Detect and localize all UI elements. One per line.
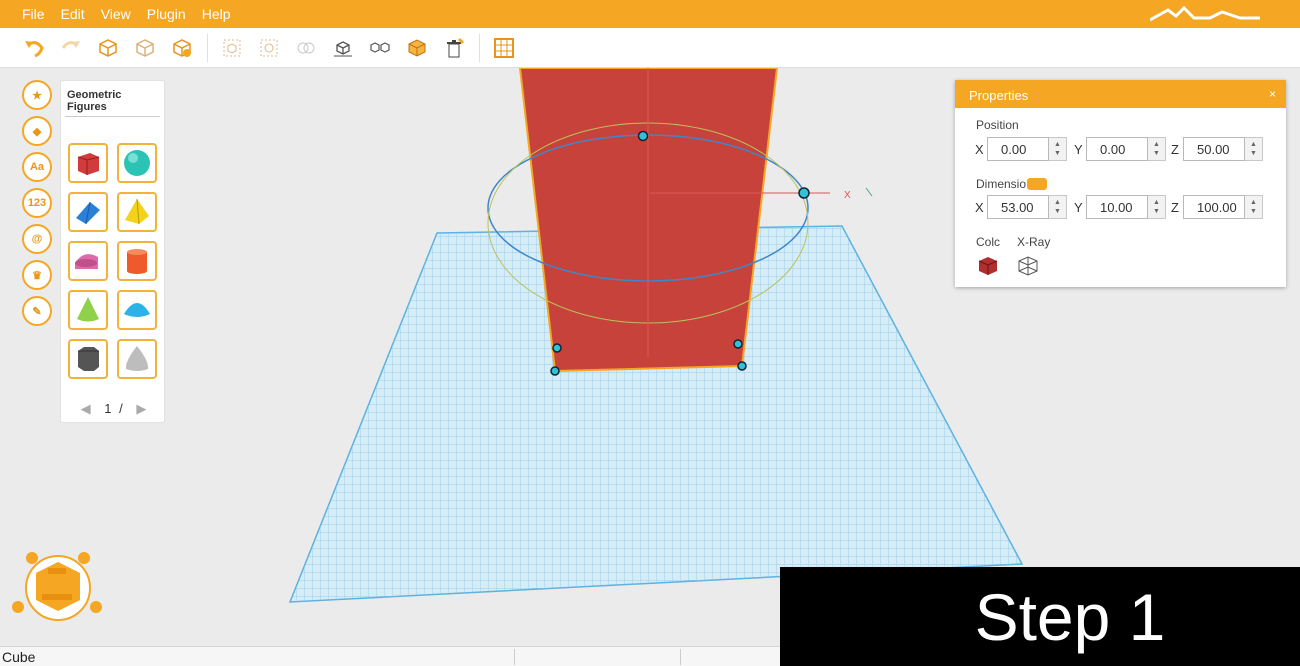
shape-pyramid[interactable] xyxy=(117,192,157,232)
new-shape-icon[interactable] xyxy=(94,34,122,62)
favorites-icon[interactable]: ★ xyxy=(22,80,52,110)
xray-label: X-Ray xyxy=(1017,235,1051,249)
position-x-stepper[interactable]: ▲ ▼ xyxy=(1049,137,1067,161)
dimension-y-field: Y 10.00 ▲ ▼ xyxy=(1074,195,1166,219)
next-page-icon[interactable]: ▶ xyxy=(136,401,146,416)
dimension-x-stepper[interactable]: ▲ ▼ xyxy=(1049,195,1067,219)
position-z-stepper[interactable]: ▲ ▼ xyxy=(1245,137,1263,161)
dimension-y-stepper[interactable]: ▲ ▼ xyxy=(1148,195,1166,219)
menu-plugin[interactable]: Plugin xyxy=(147,6,186,22)
text-icon[interactable]: Aa xyxy=(22,152,52,182)
page-separator: / xyxy=(119,401,123,416)
dimension-label: Dimensio xyxy=(976,177,1048,191)
toolbar xyxy=(0,28,1300,68)
crown-icon[interactable]: ♛ xyxy=(22,260,52,290)
dimension-x-input[interactable]: 53.00 xyxy=(987,195,1049,219)
svg-text:X: X xyxy=(844,190,851,201)
position-y-stepper[interactable]: ▲ ▼ xyxy=(1148,137,1166,161)
xray-cube-icon[interactable] xyxy=(1017,255,1039,282)
symbols-icon[interactable]: @ xyxy=(22,224,52,254)
shape-paraboloid[interactable] xyxy=(117,339,157,379)
color-label: Colc xyxy=(976,235,1001,249)
category-sidebar: ★ ◆ Aa 123 @ ♛ ✎ xyxy=(22,80,54,332)
box-icon[interactable] xyxy=(403,34,431,62)
handle-corner[interactable] xyxy=(552,343,562,353)
menu-help[interactable]: Help xyxy=(202,6,231,22)
position-label: Position xyxy=(976,118,1019,132)
align-icon[interactable] xyxy=(329,34,357,62)
dimension-y-input[interactable]: 10.00 xyxy=(1086,195,1148,219)
ungroup-icon[interactable] xyxy=(255,34,283,62)
geometric-figures-icon[interactable]: ◆ xyxy=(22,116,52,146)
shape-pager: ◀ 1 / ▶ xyxy=(61,401,166,417)
position-y-field: Y 0.00 ▲ ▼ xyxy=(1074,137,1166,161)
open-shape-icon[interactable] xyxy=(131,34,159,62)
handle-corner[interactable] xyxy=(733,339,743,349)
prev-page-icon[interactable]: ◀ xyxy=(81,401,91,416)
page-number: 1 xyxy=(104,401,112,416)
shape-hemisphere[interactable] xyxy=(117,290,157,330)
geometric-figures-panel: Geometric Figures ◀ 1 / ▶ xyxy=(60,80,165,423)
shape-wedge[interactable] xyxy=(68,192,108,232)
group-icon[interactable] xyxy=(218,34,246,62)
position-x-input[interactable]: 0.00 xyxy=(987,137,1049,161)
delete-icon[interactable] xyxy=(440,34,468,62)
lock-ratio-icon[interactable] xyxy=(1027,177,1048,190)
close-icon[interactable]: × xyxy=(1269,87,1276,101)
handle-right[interactable] xyxy=(798,187,810,199)
brand-logo xyxy=(1150,6,1260,22)
status-separator xyxy=(514,649,515,665)
dimension-x-field: X 53.00 ▲ ▼ xyxy=(975,195,1067,219)
menu-view[interactable]: View xyxy=(101,6,131,22)
dimension-z-stepper[interactable]: ▲ ▼ xyxy=(1245,195,1263,219)
shape-cube[interactable] xyxy=(68,143,108,183)
handle-corner[interactable] xyxy=(550,366,560,376)
menu-bar: File Edit View Plugin Help xyxy=(0,0,1300,28)
shape-cone[interactable] xyxy=(68,290,108,330)
properties-panel: Properties × Position X 0.00 ▲ ▼ Y 0.00 ▲… xyxy=(955,80,1286,287)
panel-title: Geometric Figures xyxy=(65,81,160,117)
position-x-field: X 0.00 ▲ ▼ xyxy=(975,137,1067,161)
properties-title: Properties xyxy=(969,88,1029,103)
tools-icon[interactable]: ✎ xyxy=(22,296,52,326)
menu-edit[interactable]: Edit xyxy=(61,6,85,22)
import-shape-icon[interactable] xyxy=(168,34,196,62)
dimension-z-input[interactable]: 100.00 xyxy=(1183,195,1245,219)
shape-cylinder[interactable] xyxy=(117,241,157,281)
toolbar-separator xyxy=(207,33,208,62)
properties-header: Properties × xyxy=(955,80,1286,108)
step-caption-overlay: Step 1 xyxy=(780,567,1300,666)
menu-file[interactable]: File xyxy=(22,6,45,22)
dimension-z-field: Z 100.00 ▲ ▼ xyxy=(1171,195,1263,219)
position-z-input[interactable]: 50.00 xyxy=(1183,137,1245,161)
status-text: Cube xyxy=(2,649,36,665)
toolbar-separator xyxy=(479,33,480,62)
status-separator xyxy=(680,649,681,665)
redo-icon[interactable] xyxy=(57,34,85,62)
duplicate-icon[interactable] xyxy=(292,34,320,62)
grid-icon[interactable] xyxy=(490,34,518,62)
position-z-field: Z 50.00 ▲ ▼ xyxy=(1171,137,1263,161)
shape-half-cylinder[interactable] xyxy=(68,241,108,281)
color-cube-icon[interactable] xyxy=(977,255,999,282)
numbers-icon[interactable]: 123 xyxy=(22,188,52,218)
handle-top[interactable] xyxy=(637,130,649,142)
handle-corner[interactable] xyxy=(737,361,747,371)
undo-icon[interactable] xyxy=(20,34,48,62)
position-y-input[interactable]: 0.00 xyxy=(1086,137,1148,161)
view-navigation-widget[interactable] xyxy=(8,548,108,628)
shape-hexagonal-prism[interactable] xyxy=(68,339,108,379)
pattern-icon[interactable] xyxy=(366,34,394,62)
shape-grid xyxy=(61,117,164,379)
shape-sphere[interactable] xyxy=(117,143,157,183)
